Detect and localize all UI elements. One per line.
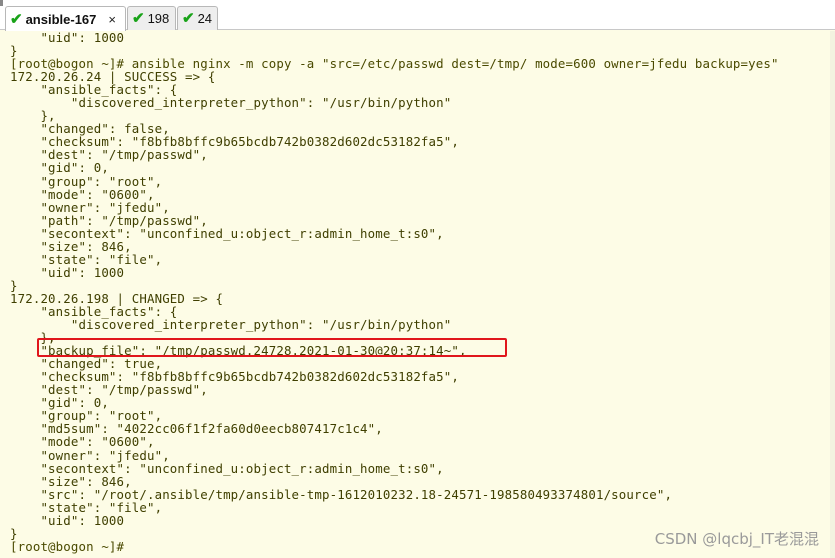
terminal-line: "uid": 1000 bbox=[10, 512, 125, 528]
terminal-line: "mode": "0600", bbox=[10, 434, 155, 450]
tab-label: 24 bbox=[197, 11, 213, 26]
close-icon[interactable]: × bbox=[108, 12, 116, 27]
terminal-line: "state": "file", bbox=[10, 251, 163, 267]
tab-bar: ✔ ansible-167 × ✔ 198 ✔ 24 bbox=[0, 0, 835, 31]
terminal-line: "owner": "jfedu", bbox=[10, 447, 170, 463]
terminal-line: "dest": "/tmp/passwd", bbox=[10, 147, 208, 163]
terminal-line: "mode": "0600", bbox=[10, 186, 155, 202]
tab-198[interactable]: ✔ 198 bbox=[127, 6, 176, 30]
terminal-line: "gid": 0, bbox=[10, 160, 109, 176]
check-icon: ✔ bbox=[182, 10, 195, 27]
terminal-line: "size": 846, bbox=[10, 473, 132, 489]
tab-label: ansible-167 bbox=[25, 11, 97, 27]
terminal-line: } bbox=[10, 277, 18, 293]
backup-file-highlight bbox=[37, 338, 507, 357]
terminal-line: "owner": "jfedu", bbox=[10, 199, 170, 215]
terminal-output[interactable]: "uid": 1000} [root@bogon ~]# ansible ngin… bbox=[10, 31, 828, 555]
check-icon: ✔ bbox=[10, 10, 23, 28]
terminal-line: "uid": 1000 bbox=[10, 264, 125, 280]
terminal-line: "state": "file", bbox=[10, 499, 163, 515]
terminal-line: "secontext": "unconfined_u:object_r:admi… bbox=[10, 225, 444, 241]
terminal-line: "src": "/root/.ansible/tmp/ansible-tmp-1… bbox=[10, 486, 673, 502]
terminal-line: "secontext": "unconfined_u:object_r:admi… bbox=[10, 460, 444, 476]
terminal-line: "discovered_interpreter_python": "/usr/b… bbox=[10, 317, 452, 333]
tab-ansible-167[interactable]: ✔ ansible-167 × bbox=[5, 6, 126, 31]
watermark: CSDN @lqcbj_IT老混混 bbox=[654, 530, 819, 548]
terminal-line: "size": 846, bbox=[10, 238, 132, 254]
tab-24[interactable]: ✔ 24 bbox=[177, 6, 218, 30]
window-edge-marker bbox=[0, 0, 3, 6]
terminal-line: "dest": "/tmp/passwd", bbox=[10, 382, 208, 398]
terminal-line: "path": "/tmp/passwd", bbox=[10, 212, 208, 228]
scrollbar-track[interactable] bbox=[830, 31, 835, 558]
terminal-line: "discovered_interpreter_python": "/usr/b… bbox=[10, 95, 452, 111]
terminal-line: "group": "root", bbox=[10, 173, 163, 189]
terminal-line: "uid": 1000 bbox=[10, 31, 125, 45]
check-icon: ✔ bbox=[132, 10, 145, 27]
tab-label: 198 bbox=[147, 11, 170, 26]
